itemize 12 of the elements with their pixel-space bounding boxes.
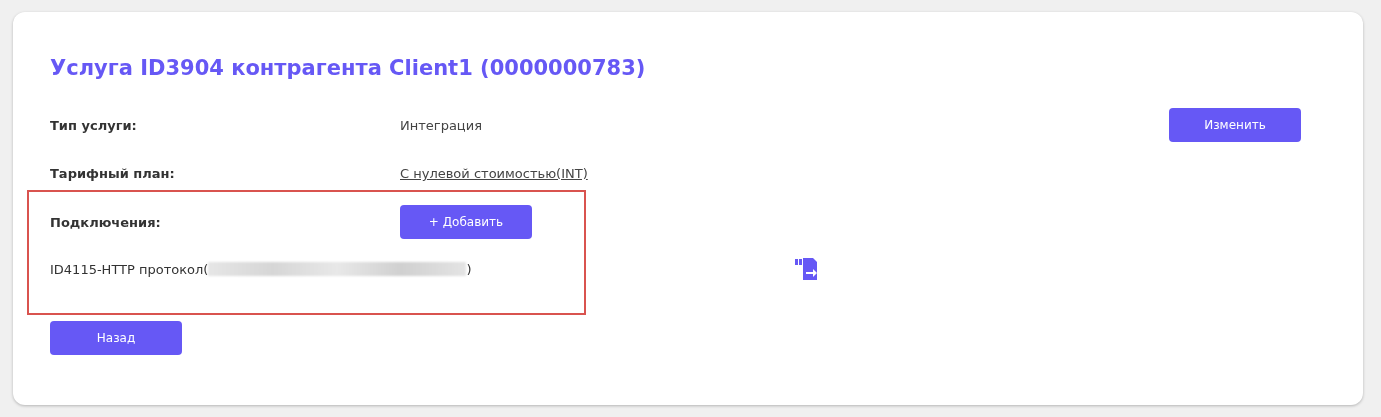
connection-text: )	[466, 261, 472, 277]
field-value: Интеграция	[400, 118, 482, 133]
field-label: Тарифный план:	[50, 166, 176, 181]
back-button[interactable]: Назад	[50, 321, 182, 355]
field-label: Тип услуги:	[50, 118, 138, 133]
edit-button[interactable]: Изменить	[1169, 108, 1301, 142]
tariff-link[interactable]: С нулевой стоимостью(INT)	[400, 166, 588, 181]
connection-text: ID4115-HTTP протокол(	[50, 261, 209, 277]
field-label: Подключения:	[50, 214, 162, 230]
page-title: Услуга ID3904 контрагента Client1 (0000000783)	[50, 56, 647, 80]
add-button[interactable]: + Добавить	[400, 205, 532, 239]
pdf-export-icon[interactable]	[795, 258, 819, 280]
